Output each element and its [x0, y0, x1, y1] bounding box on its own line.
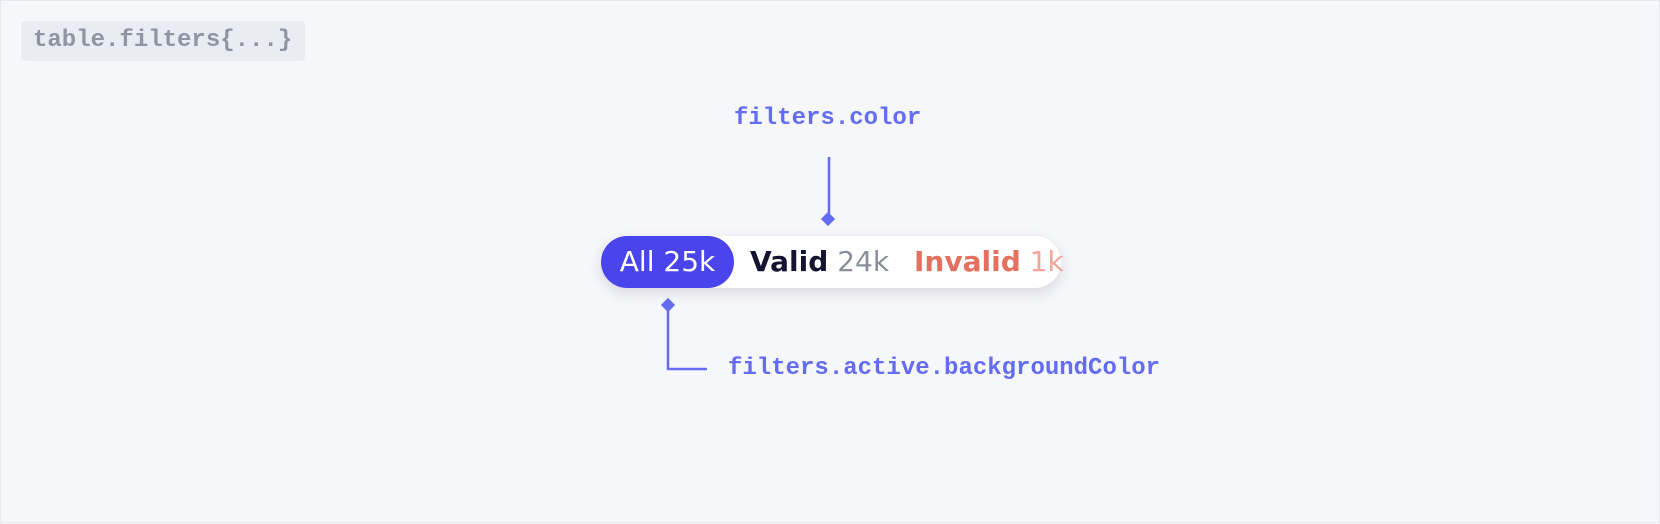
- annotation-filters-active-background: filters.active.backgroundColor: [728, 355, 1161, 382]
- bottom-connector-marker: [660, 297, 676, 313]
- filter-invalid-button[interactable]: Invalid 1k: [914, 236, 1064, 288]
- filter-valid-button[interactable]: Valid 24k: [750, 236, 890, 288]
- filter-valid-count: 24k: [837, 245, 890, 278]
- top-connector-marker: [820, 211, 836, 227]
- bottom-connector-line: [666, 308, 707, 371]
- annotation-filters-color: filters.color: [734, 105, 922, 132]
- filter-all-label: All: [619, 245, 655, 278]
- filter-valid-label: Valid: [750, 245, 829, 278]
- filter-all-count: 25k: [663, 245, 716, 278]
- canvas: table.filters{...} filters.color filters…: [0, 0, 1660, 523]
- code-tag-text: table.filters{...}: [33, 27, 293, 54]
- filter-invalid-count: 1k: [1029, 245, 1064, 278]
- code-tag: table.filters{...}: [21, 21, 305, 61]
- filter-invalid-label: Invalid: [914, 245, 1021, 278]
- filter-all-button[interactable]: All 25k: [601, 236, 734, 288]
- filter-segmented-control: All 25k Valid 24k Invalid 1k: [601, 236, 1064, 288]
